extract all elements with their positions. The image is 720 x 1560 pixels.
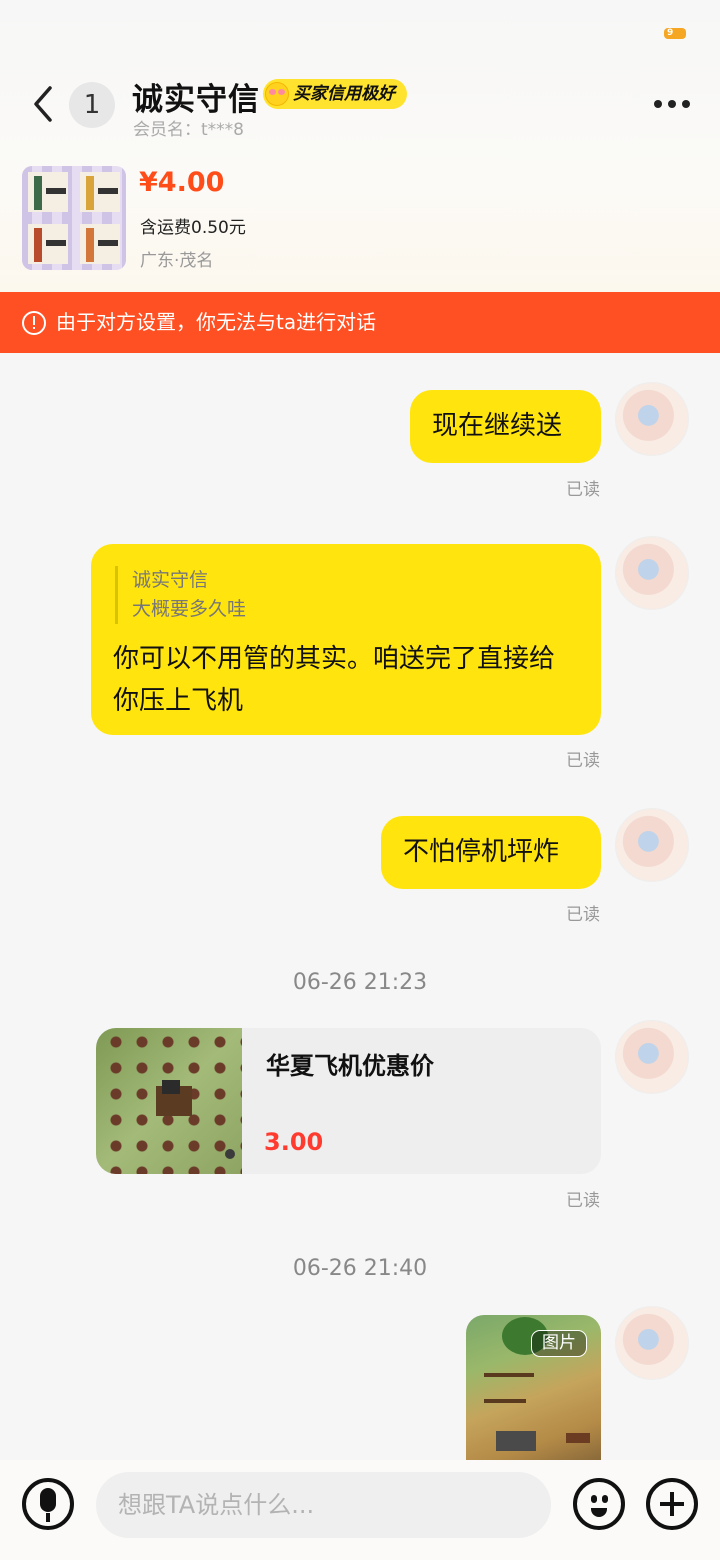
back-icon (34, 86, 52, 122)
credit-badge-label: 买家信用极好 (293, 84, 395, 104)
image-tag: 图片 (531, 1330, 587, 1357)
product-price: ¥4.00 (139, 167, 225, 198)
card-title: 华夏飞机优惠价 (266, 1052, 434, 1080)
read-status: 已读 (566, 905, 600, 925)
input-bar (0, 1460, 720, 1560)
back-button[interactable] (28, 84, 62, 124)
member-name: 会员名：t***8 (133, 120, 244, 140)
message-bubble[interactable]: 不怕停机坪炸 (381, 816, 601, 889)
credit-badge: 买家信用极好 (263, 79, 407, 109)
product-thumbnail[interactable] (22, 166, 126, 270)
game-scene-image (156, 1080, 235, 1159)
avatar[interactable] (615, 808, 689, 882)
product-card-message[interactable]: 华夏飞机优惠价 3.00 (96, 1028, 601, 1174)
more-icon-dot (682, 100, 690, 108)
mic-icon[interactable] (22, 1478, 74, 1530)
emoji-icon[interactable] (573, 1478, 625, 1530)
emoji-eye (602, 1495, 608, 1503)
read-status: 已读 (566, 1191, 600, 1211)
read-status: 已读 (566, 751, 600, 771)
timestamp-separator: 06-26 21:40 (292, 1256, 428, 1281)
timestamp-separator: 06-26 21:23 (292, 970, 428, 995)
chat-disabled-banner: 由于对方设置，你无法与ta进行对话 (0, 292, 720, 353)
plus-icon[interactable] (646, 1478, 698, 1530)
emoji-eye (591, 1495, 597, 1503)
reply-message-bubble[interactable]: 诚实守信 大概要多久哇 你可以不用管的其实。咱送完了直接给你压上飞机 (91, 544, 601, 735)
image-message[interactable]: 图片 (466, 1315, 601, 1460)
more-icon (654, 100, 662, 108)
avatar[interactable] (615, 382, 689, 456)
unread-count[interactable]: 1 (69, 82, 115, 128)
message-input[interactable] (96, 1472, 551, 1538)
card-price: 3.00 (264, 1128, 324, 1156)
quoted-text: 大概要多久哇 (132, 598, 247, 620)
avatar[interactable] (615, 1020, 689, 1094)
more-button[interactable] (650, 94, 694, 114)
emoji-mouth (591, 1508, 607, 1517)
chat-header: 9 1 诚实守信 买家信用极好 会员名：t***8 ¥4.00 含运费0.50元… (0, 0, 720, 292)
more-icon-dot (668, 100, 676, 108)
smile-emoji-icon (265, 82, 289, 106)
shipping-fee: 含运费0.50元 (140, 218, 246, 238)
warning-text: 由于对方设置，你无法与ta进行对话 (56, 310, 377, 334)
status-badge: 9 (664, 28, 686, 39)
contact-name: 诚实守信 (132, 82, 260, 118)
warning-icon (22, 311, 46, 335)
product-image (28, 172, 120, 264)
message-bubble[interactable]: 现在继续送 (410, 390, 601, 463)
quoted-message: 诚实守信 大概要多久哇 (115, 566, 579, 624)
quoted-sender: 诚实守信 (132, 569, 209, 591)
avatar[interactable] (615, 1306, 689, 1380)
card-image (96, 1028, 242, 1174)
seller-location: 广东·茂名 (140, 251, 214, 271)
message-text: 你可以不用管的其实。咱送完了直接给你压上飞机 (113, 644, 556, 716)
avatar[interactable] (615, 536, 689, 610)
read-status: 已读 (566, 480, 600, 500)
